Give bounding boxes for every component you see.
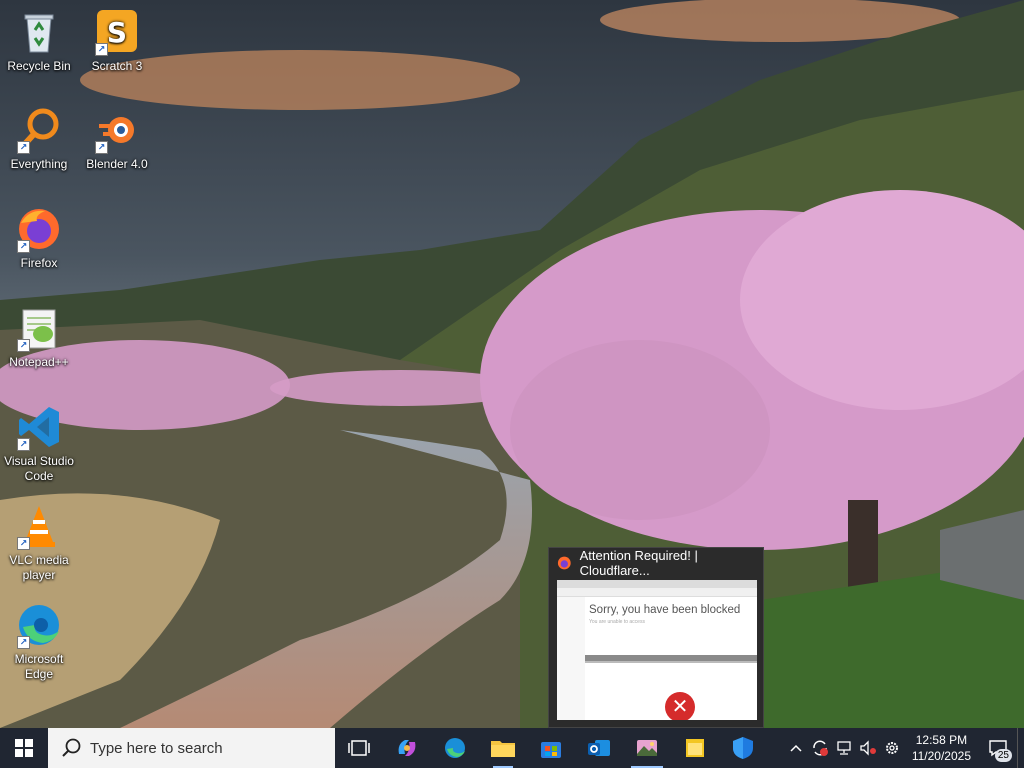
taskbar-search-box[interactable]: Type here to search xyxy=(48,728,335,768)
notepadpp-icon: ↗ xyxy=(15,304,63,352)
thumbnail-subtext: You are unable to access xyxy=(589,619,645,625)
notification-count-badge: 25 xyxy=(994,749,1012,762)
taskbar-app-edge[interactable] xyxy=(431,728,479,768)
blocked-x-icon: ✕ xyxy=(665,692,695,720)
tray-settings[interactable] xyxy=(880,728,904,768)
desktop-icon-firefox[interactable]: ↗ Firefox xyxy=(0,205,78,271)
notification-center-button[interactable]: 25 xyxy=(979,728,1017,768)
network-icon xyxy=(837,741,851,755)
taskbar-app-file-explorer[interactable] xyxy=(479,728,527,768)
thumbnail-heading: Sorry, you have been blocked xyxy=(589,604,741,616)
start-button[interactable] xyxy=(0,728,48,768)
search-icon xyxy=(62,738,81,757)
desktop-icon-vlc[interactable]: ↗ VLC media player xyxy=(0,502,78,583)
shortcut-arrow-icon: ↗ xyxy=(95,43,108,56)
scratch-icon: S ↗ xyxy=(93,8,141,56)
desktop-icon-label: Scratch 3 xyxy=(91,59,143,73)
desktop-icon-label: Visual Studio Code xyxy=(4,454,74,483)
svg-text:S: S xyxy=(107,16,127,49)
outlook-icon xyxy=(588,740,610,756)
gear-icon xyxy=(885,742,898,754)
firefox-icon xyxy=(557,556,571,570)
shortcut-arrow-icon: ↗ xyxy=(17,438,30,451)
taskbar: Type here to search 12:58 PM 11/20/2025 … xyxy=(0,728,1024,768)
clock-date: 11/20/2025 xyxy=(911,749,971,763)
desktop-icon-everything[interactable]: ↗ Everything xyxy=(0,106,78,172)
edge-icon xyxy=(445,738,465,758)
store-icon xyxy=(541,742,561,758)
shortcut-arrow-icon: ↗ xyxy=(17,141,30,154)
folder-icon xyxy=(491,741,515,757)
thumbnail-message: Sorry, you have been blocked You are una… xyxy=(589,604,749,625)
desktop-icon-label: VLC media player xyxy=(9,553,69,582)
copilot-icon xyxy=(398,740,416,756)
desktop-icon-label: Microsoft Edge xyxy=(14,652,64,681)
edge-icon: ↗ xyxy=(15,601,63,649)
desktop-icon-vscode[interactable]: ↗ Visual Studio Code xyxy=(0,403,78,484)
search-placeholder: Type here to search xyxy=(90,739,223,757)
clock-time: 12:58 PM xyxy=(915,733,968,747)
task-view-icon xyxy=(348,740,370,756)
show-desktop-button[interactable] xyxy=(1017,728,1024,768)
shield-icon xyxy=(733,737,753,759)
firefox-icon: ↗ xyxy=(15,205,63,253)
desktop-icon-recycle-bin[interactable]: Recycle Bin xyxy=(0,8,78,74)
taskbar-thumbnail-preview[interactable]: Attention Required! | Cloudflare... Sorr… xyxy=(548,547,764,728)
preview-window-title: Attention Required! | Cloudflare... xyxy=(579,548,698,578)
thumbnail-tab-bar xyxy=(557,580,757,588)
preview-header: Attention Required! | Cloudflare... xyxy=(549,548,763,578)
desktop-icon-label: Everything xyxy=(10,157,68,171)
desktop-icon-edge[interactable]: ↗ Microsoft Edge xyxy=(0,601,78,682)
blender-icon: ↗ xyxy=(93,106,141,154)
desktop-icon-label: Blender 4.0 xyxy=(86,157,148,171)
shortcut-arrow-icon: ↗ xyxy=(95,141,108,154)
shortcut-arrow-icon: ↗ xyxy=(17,636,30,649)
recycle-bin-icon xyxy=(15,8,63,56)
thumbnail-divider-thin xyxy=(585,661,757,663)
desktop-icon-label: Firefox xyxy=(20,256,58,270)
taskbar-clock[interactable]: 12:58 PM 11/20/2025 xyxy=(904,732,979,764)
desktop-icon-notepadpp[interactable]: ↗ Notepad++ xyxy=(0,304,78,370)
taskbar-app-firefox-wallpaper[interactable] xyxy=(623,728,671,768)
tray-sync-alert[interactable] xyxy=(808,728,832,768)
everything-search-icon: ↗ xyxy=(15,106,63,154)
shortcut-arrow-icon: ↗ xyxy=(17,339,30,352)
chevron-up-icon xyxy=(790,744,802,752)
sync-error-icon xyxy=(813,740,828,756)
desktop-icon-label: Notepad++ xyxy=(9,355,69,369)
taskbar-app-outlook[interactable] xyxy=(575,728,623,768)
desktop-icon-blender[interactable]: ↗ Blender 4.0 xyxy=(78,106,156,172)
thumbnail-url-bar xyxy=(557,588,757,597)
windows-logo-icon xyxy=(15,739,33,757)
vlc-icon: ↗ xyxy=(15,502,63,550)
show-hidden-icons-button[interactable] xyxy=(784,728,808,768)
shortcut-arrow-icon: ↗ xyxy=(17,240,30,253)
taskbar-app-copilot[interactable] xyxy=(383,728,431,768)
tray-volume[interactable] xyxy=(856,728,880,768)
desktop-icon-label: Recycle Bin xyxy=(7,59,71,73)
shortcut-arrow-icon: ↗ xyxy=(17,537,30,550)
tray-network[interactable] xyxy=(832,728,856,768)
task-view-button[interactable] xyxy=(335,728,383,768)
preview-page-thumbnail: Sorry, you have been blocked You are una… xyxy=(557,580,757,720)
vscode-icon: ↗ xyxy=(15,403,63,451)
system-tray: 12:58 PM 11/20/2025 25 xyxy=(784,728,1024,768)
sticky-notes-icon xyxy=(686,739,704,757)
volume-muted-icon xyxy=(860,740,876,756)
desktop-icon-scratch[interactable]: S ↗ Scratch 3 xyxy=(78,8,156,74)
taskbar-app-store[interactable] xyxy=(527,728,575,768)
thumbnail-sidebar xyxy=(557,597,585,720)
photos-app-icon xyxy=(637,740,657,756)
taskbar-app-sticky-notes[interactable] xyxy=(671,728,719,768)
taskbar-app-security[interactable] xyxy=(719,728,767,768)
